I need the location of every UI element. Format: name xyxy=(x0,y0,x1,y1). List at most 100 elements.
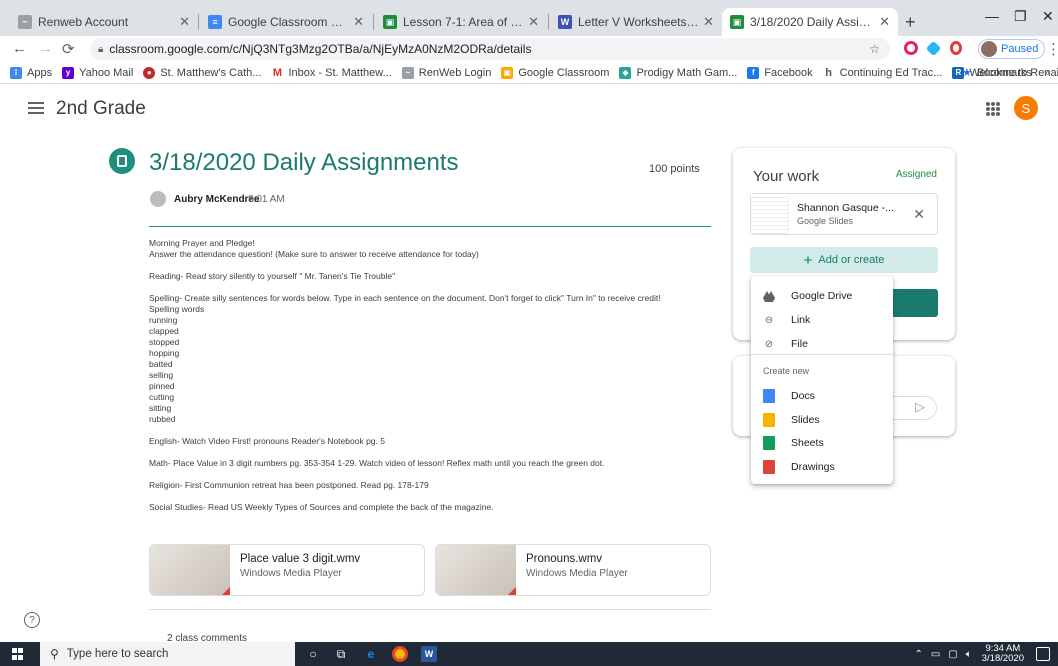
instruction-line: sitting xyxy=(149,403,172,413)
tab-lesson-7-1[interactable]: ▣ Lesson 7-1: Area of Parallelogram ✕ xyxy=(375,8,547,36)
class-name[interactable]: 2nd Grade xyxy=(56,98,146,120)
bookmark-apps[interactable]: ⁝ Apps xyxy=(10,66,52,79)
close-icon[interactable]: ✕ xyxy=(353,14,364,30)
post-time: 8:01 AM xyxy=(248,194,285,205)
renweb-favicon-icon: ~ xyxy=(18,15,32,29)
window-close-icon[interactable]: ✕ xyxy=(1042,8,1054,25)
close-icon[interactable]: ✕ xyxy=(703,14,714,30)
classroom-icon: ▣ xyxy=(501,66,514,79)
hamburger-menu-icon[interactable] xyxy=(28,102,44,114)
instruction-line: Answer the attendance question! (Make su… xyxy=(149,249,479,259)
drawings-icon xyxy=(763,460,775,474)
attachment-name: Pronouns.wmv xyxy=(526,553,603,565)
bookmark-google-classroom[interactable]: ▣ Google Classroom xyxy=(501,66,609,79)
send-icon[interactable]: ▷ xyxy=(915,399,925,415)
bookmark-continuing-ed[interactable]: h Continuing Ed Trac... xyxy=(822,66,942,79)
task-view-icon[interactable]: ⧉ xyxy=(333,646,349,662)
edge-icon[interactable]: e xyxy=(363,646,379,662)
tab-divider xyxy=(548,14,549,30)
browser-tab-strip: ~ Renweb Account ✕ ≡ Google Classroom Co… xyxy=(0,0,1058,36)
divider xyxy=(149,609,711,610)
title-divider xyxy=(149,226,711,227)
star-icon[interactable]: ☆ xyxy=(869,42,880,56)
assignment-details: 3/18/2020 Daily Assignments 100 points A… xyxy=(0,136,1058,642)
remove-file-close-icon[interactable]: ✕ xyxy=(913,206,925,223)
instruction-line: selling xyxy=(149,370,174,380)
add-or-create-menu: Google Drive ⊖ Link ⊘ File Create new Do… xyxy=(751,276,893,484)
menu-item-docs[interactable]: Docs xyxy=(751,384,893,408)
drive-icon xyxy=(763,289,775,303)
menu-item-file[interactable]: ⊘ File xyxy=(751,332,893,356)
network-icon[interactable]: ▭ xyxy=(931,649,940,660)
file-type: Google Slides xyxy=(797,216,854,226)
google-apps-icon[interactable] xyxy=(986,102,1000,116)
profile-avatar xyxy=(981,41,997,57)
continuing-ed-icon: h xyxy=(822,66,835,79)
reload-icon[interactable]: ⟳ xyxy=(62,40,75,58)
menu-item-link[interactable]: ⊖ Link xyxy=(751,308,893,332)
address-bar[interactable]: 🔒︎ classroom.google.com/c/NjQ3NTg3Mzg2OT… xyxy=(90,38,890,60)
attachment-name: Place value 3 digit.wmv xyxy=(240,553,361,565)
extension-icon[interactable] xyxy=(925,40,942,57)
tab-daily-assignments[interactable]: ▣ 3/18/2020 Daily Assignments ✕ xyxy=(722,8,898,36)
bookmark-prodigy[interactable]: ◆ Prodigy Math Gam... xyxy=(619,66,737,79)
lock-icon: 🔒︎ xyxy=(98,43,104,55)
menu-item-slides[interactable]: Slides xyxy=(751,408,893,432)
menu-item-google-drive[interactable]: Google Drive xyxy=(751,284,893,308)
clock[interactable]: 9:34 AM 3/18/2020 xyxy=(982,644,1024,664)
bookmark-inbox[interactable]: M Inbox - St. Matthew... xyxy=(271,66,392,79)
bookmark-st-matthews[interactable]: ● St. Matthew's Cath... xyxy=(143,66,261,79)
help-icon[interactable]: ? xyxy=(24,612,40,628)
opera-extension-icon[interactable] xyxy=(950,41,962,55)
notifications-icon[interactable] xyxy=(1036,647,1050,661)
add-or-create-button[interactable]: + Add or create xyxy=(750,247,938,273)
minimize-icon[interactable]: — xyxy=(985,8,999,24)
chevron-up-icon[interactable]: ⌃ xyxy=(914,649,922,660)
system-tray: ⌃ ▭ ▢ 🔈︎ 9:34 AM 3/18/2020 xyxy=(914,644,1024,664)
volume-icon[interactable]: 🔈︎ xyxy=(966,649,972,660)
attached-file[interactable]: Shannon Gasque -... Google Slides ✕ xyxy=(750,193,938,235)
close-icon[interactable]: ✕ xyxy=(879,14,890,30)
profile-button[interactable]: Paused xyxy=(978,39,1046,59)
back-arrow-icon[interactable]: ← xyxy=(12,40,27,57)
bookmark-renweb-login[interactable]: ~ RenWeb Login xyxy=(401,66,491,79)
more-options-icon[interactable]: ⋮ xyxy=(1046,40,1058,58)
extension-icon[interactable] xyxy=(904,41,918,55)
chrome-icon[interactable] xyxy=(392,646,408,662)
paperclip-icon: ⊘ xyxy=(764,338,774,350)
chevron-right-icon[interactable]: » xyxy=(1044,67,1050,79)
bookmark-yahoo-mail[interactable]: y Yahoo Mail xyxy=(62,66,133,79)
instruction-line: hopping xyxy=(149,348,180,358)
taskbar-search-box[interactable]: ⚲ Type here to search xyxy=(40,642,295,666)
close-icon[interactable]: ✕ xyxy=(179,14,190,30)
display-icon[interactable]: ▢ xyxy=(948,649,957,660)
tab-divider xyxy=(198,14,199,30)
restore-icon[interactable]: ❐ xyxy=(1014,8,1027,25)
attachment-card[interactable]: Place value 3 digit.wmv Windows Media Pl… xyxy=(149,544,425,596)
menu-item-sheets[interactable]: Sheets xyxy=(751,431,893,455)
class-comments-link[interactable]: 2 class comments xyxy=(167,633,247,642)
video-thumbnail xyxy=(150,545,230,595)
instruction-line: Math- Place Value in 3 digit numbers pg.… xyxy=(149,458,605,468)
account-avatar[interactable]: S xyxy=(1014,96,1038,120)
bookmarks-bar: ⁝ Apps y Yahoo Mail ● St. Matthew's Cath...… xyxy=(0,62,1058,84)
bookmark-facebook[interactable]: f Facebook xyxy=(747,66,813,79)
close-icon[interactable]: ✕ xyxy=(528,14,539,30)
word-icon[interactable]: W xyxy=(421,646,437,662)
attachment-card[interactable]: Pronouns.wmv Windows Media Player xyxy=(435,544,711,596)
video-thumbnail xyxy=(436,545,516,595)
forward-arrow-icon[interactable]: → xyxy=(38,40,53,57)
plus-icon: + xyxy=(803,251,813,269)
sheets-icon xyxy=(763,436,775,450)
instruction-line xyxy=(149,447,719,458)
tab-letter-v-worksheets[interactable]: W Letter V Worksheets - Recognize ✕ xyxy=(550,8,722,36)
menu-item-drawings[interactable]: Drawings xyxy=(751,455,893,479)
new-tab-plus-icon[interactable]: + xyxy=(905,12,916,33)
bookmarks-folder[interactable]: ★ Bookmarks xyxy=(962,66,1032,80)
windows-taskbar: ⚲ Type here to search ○ ⧉ e W ⌃ ▭ ▢ 🔈︎ 9… xyxy=(0,642,1058,666)
tab-classroom-codes[interactable]: ≡ Google Classroom Codes - Goog ✕ xyxy=(200,8,372,36)
windows-start-icon[interactable] xyxy=(12,648,24,660)
cortana-icon[interactable]: ○ xyxy=(305,646,321,662)
instruction-line xyxy=(149,491,719,502)
tab-renweb-account[interactable]: ~ Renweb Account ✕ xyxy=(10,8,198,36)
